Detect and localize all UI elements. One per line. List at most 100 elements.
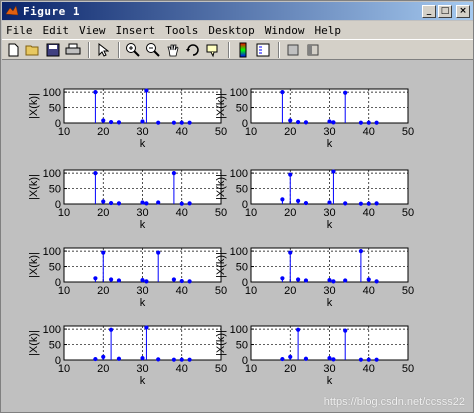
maximize-button[interactable]: □ — [438, 4, 452, 18]
y-tick-label: 0 — [55, 199, 61, 211]
stem-marker — [93, 276, 98, 281]
menu-help[interactable]: Help — [309, 24, 346, 37]
window-title: Figure 1 — [23, 4, 80, 18]
stem-marker — [303, 356, 309, 361]
menu-view[interactable]: View — [74, 24, 111, 37]
show-plot-tools-icon — [307, 44, 319, 55]
y-tick-label: 50 — [236, 103, 248, 115]
stem-marker — [374, 201, 379, 206]
data-cursor-button[interactable] — [204, 41, 222, 59]
stem-marker — [331, 279, 336, 284]
y-tick-label: 50 — [49, 103, 61, 115]
x-tick-label: 30 — [323, 363, 335, 375]
stem-marker — [296, 119, 301, 125]
x-axis-label: k — [327, 138, 333, 150]
colorbar-button[interactable] — [234, 41, 252, 59]
x-tick-label: 30 — [323, 285, 335, 297]
menu-edit[interactable]: Edit — [38, 24, 75, 37]
x-tick-label: 30 — [136, 126, 148, 138]
x-tick-label: 40 — [363, 363, 375, 375]
x-tick-label: 50 — [402, 207, 414, 219]
show-plot-tools-button[interactable] — [304, 41, 322, 59]
x-tick-label: 40 — [363, 126, 375, 138]
stem-marker — [366, 357, 371, 362]
menu-tools[interactable]: Tools — [160, 24, 203, 37]
datacursor-icon — [206, 44, 218, 57]
rotate-button[interactable] — [184, 41, 202, 59]
legend-button[interactable] — [254, 41, 272, 59]
minimize-button[interactable]: _ — [422, 4, 436, 18]
figure-window: Figure 1 _ □ × File Edit View Insert Too… — [0, 0, 474, 413]
x-tick-label: 40 — [176, 207, 188, 219]
x-tick-label: 20 — [97, 285, 109, 297]
watermark-text: https://blog.csdn.net/ccsss22 — [323, 396, 465, 408]
stem-marker — [366, 120, 371, 125]
stem-marker — [187, 279, 192, 284]
figure-canvas[interactable]: 10 20 30 40 50 0 50 100 k |X(k)| 10 20 30 40 50 0 50 100 k… — [2, 61, 473, 412]
stem-marker — [374, 120, 379, 125]
x-axis-label: k — [140, 297, 146, 309]
print-button[interactable] — [64, 41, 82, 59]
zoom-in-icon — [126, 42, 140, 57]
x-tick-label: 30 — [323, 207, 335, 219]
save-button[interactable] — [44, 41, 62, 59]
x-axis-label: k — [327, 375, 333, 387]
stem-marker — [93, 356, 98, 362]
stem-marker — [331, 357, 336, 362]
menu-desktop[interactable]: Desktop — [203, 24, 259, 37]
y-tick-label: 0 — [242, 277, 248, 289]
x-tick-label: 20 — [284, 363, 296, 375]
x-tick-label: 20 — [97, 126, 109, 138]
x-axis-label: k — [140, 219, 146, 231]
stem-marker — [187, 201, 192, 206]
x-tick-label: 50 — [215, 285, 227, 297]
toolbar-separator — [278, 41, 280, 58]
stem-marker — [358, 120, 363, 125]
rotate-icon — [186, 43, 199, 56]
print-icon — [65, 43, 81, 54]
y-tick-label: 0 — [55, 355, 61, 367]
y-tick-label: 100 — [230, 87, 248, 99]
zoom-in-button[interactable] — [124, 41, 142, 59]
stem-marker — [327, 200, 332, 205]
open-button[interactable] — [24, 41, 42, 59]
title-bar[interactable]: Figure 1 _ □ × — [2, 2, 473, 20]
save-icon — [46, 43, 60, 56]
new-figure-button[interactable] — [4, 41, 22, 59]
y-axis-label: |X(k)| — [28, 174, 40, 200]
stem-marker — [366, 201, 371, 206]
x-tick-label: 40 — [363, 207, 375, 219]
x-tick-label: 30 — [136, 363, 148, 375]
zoom-out-button[interactable] — [144, 41, 162, 59]
colorbar-icon — [239, 42, 247, 57]
x-tick-label: 20 — [284, 285, 296, 297]
menu-window[interactable]: Window — [260, 24, 310, 37]
y-tick-label: 50 — [49, 262, 61, 274]
stem-marker — [109, 327, 114, 332]
hide-plot-tools-button[interactable] — [284, 41, 302, 59]
stem-marker — [343, 90, 348, 95]
stem-marker — [327, 119, 332, 124]
x-tick-label: 40 — [176, 363, 188, 375]
y-axis-label: |X(k)| — [215, 93, 227, 119]
stem-marker — [171, 277, 176, 282]
edit-plot-button[interactable] — [94, 41, 112, 59]
x-tick-label: 50 — [402, 126, 414, 138]
stem-marker — [187, 357, 192, 362]
menu-file[interactable]: File — [2, 24, 38, 37]
x-axis-label: k — [327, 219, 333, 231]
x-tick-label: 30 — [136, 207, 148, 219]
menu-insert[interactable]: Insert — [111, 24, 161, 37]
stem-marker — [187, 120, 192, 125]
y-axis-label: |X(k)| — [28, 252, 40, 278]
x-tick-label: 50 — [215, 363, 227, 375]
stem-marker — [374, 279, 379, 284]
toolbar-separator — [88, 41, 90, 58]
close-button[interactable]: × — [456, 4, 470, 18]
pan-button[interactable] — [164, 41, 182, 59]
stem-marker — [303, 200, 309, 206]
y-tick-label: 0 — [242, 199, 248, 211]
stem-marker — [156, 120, 161, 125]
stem-marker — [331, 169, 336, 174]
stem-marker — [116, 278, 122, 283]
